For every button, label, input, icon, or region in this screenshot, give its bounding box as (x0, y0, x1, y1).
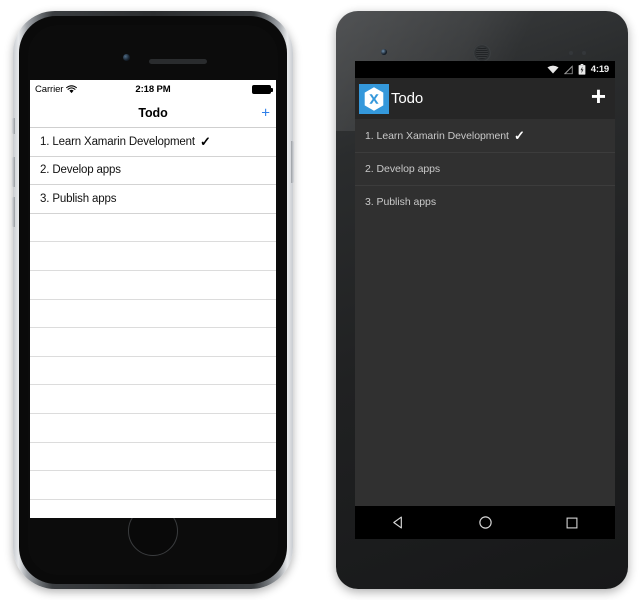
proximity-sensor-icon (569, 51, 573, 55)
android-todo-list[interactable]: 1. Learn Xamarin Development ✓ 2. Develop … (355, 119, 615, 503)
front-camera-icon (381, 49, 387, 55)
earpiece-speaker-icon (473, 44, 491, 62)
ios-status-right (252, 84, 273, 94)
empty-list-row (30, 385, 276, 414)
android-status-bar: 4:19 (355, 61, 615, 78)
list-item[interactable]: 1. Learn Xamarin Development ✓ (30, 128, 276, 157)
android-clock: 4:19 (590, 64, 609, 75)
xamarin-logo-icon (359, 83, 389, 114)
ios-navigation-bar: Todo + (30, 98, 276, 128)
empty-list-row (30, 443, 276, 472)
recents-square-icon[interactable] (565, 516, 579, 530)
list-item[interactable]: 1. Learn Xamarin Development ✓ (355, 119, 615, 152)
wifi-icon (547, 65, 559, 74)
checkmark-icon: ✓ (513, 128, 525, 143)
add-todo-button[interactable]: + (591, 83, 606, 108)
ios-todo-list[interactable]: 1. Learn Xamarin Development ✓ 2. Develop … (30, 128, 276, 518)
ios-clock: 2:18 PM (135, 83, 171, 95)
empty-list-row (30, 471, 276, 500)
list-item-label: 1. Learn Xamarin Development (40, 135, 195, 148)
list-item-label: 2. Develop apps (365, 163, 441, 175)
android-action-bar: Todo + (355, 78, 615, 119)
empty-list-row (30, 214, 276, 243)
list-item-label: 3. Publish apps (40, 192, 117, 205)
silent-switch-button[interactable] (12, 118, 15, 134)
list-item[interactable]: 2. Develop apps (30, 157, 276, 186)
empty-list-row (30, 300, 276, 329)
battery-charging-icon (578, 64, 586, 75)
empty-list-row (30, 414, 276, 443)
empty-list-row (30, 357, 276, 386)
ios-status-bar: Carrier 2:18 PM (30, 80, 276, 98)
battery-full-icon (252, 84, 273, 94)
list-item-label: 3. Publish apps (365, 196, 437, 208)
front-camera-icon (123, 54, 130, 61)
android-screen: 4:19 Todo + 1. Learn Xamarin Development… (355, 61, 615, 539)
page-title: Todo (138, 105, 168, 120)
iphone-device-frame: Carrier 2:18 PM Todo + 1. Learn Xamarin … (12, 11, 294, 589)
empty-list-row (30, 242, 276, 271)
home-circle-icon[interactable] (478, 515, 493, 530)
power-button[interactable] (291, 141, 294, 183)
volume-up-button[interactable] (12, 157, 15, 187)
list-item[interactable]: 2. Develop apps (355, 152, 615, 185)
earpiece-speaker-icon (149, 59, 207, 64)
empty-list-row (30, 271, 276, 300)
light-sensor-icon (582, 51, 586, 55)
volume-down-button[interactable] (12, 197, 15, 227)
list-item-label: 2. Develop apps (40, 164, 121, 177)
checkmark-icon: ✓ (199, 134, 211, 150)
page-title: Todo (391, 90, 424, 107)
add-todo-button[interactable]: + (261, 105, 270, 120)
android-list-empty-area (355, 218, 615, 503)
empty-list-row (30, 328, 276, 357)
android-device-frame: 4:19 Todo + 1. Learn Xamarin Development… (336, 11, 628, 589)
iphone-screen: Carrier 2:18 PM Todo + 1. Learn Xamarin … (30, 80, 276, 518)
back-triangle-icon[interactable] (391, 515, 406, 530)
android-navigation-bar (355, 506, 615, 539)
no-signal-icon (563, 64, 573, 74)
screenshot-canvas: Carrier 2:18 PM Todo + 1. Learn Xamarin … (0, 0, 643, 600)
empty-list-row (30, 500, 276, 518)
list-item[interactable]: 3. Publish apps (30, 185, 276, 214)
list-item[interactable]: 3. Publish apps (355, 185, 615, 218)
list-item-label: 1. Learn Xamarin Development (365, 129, 509, 142)
